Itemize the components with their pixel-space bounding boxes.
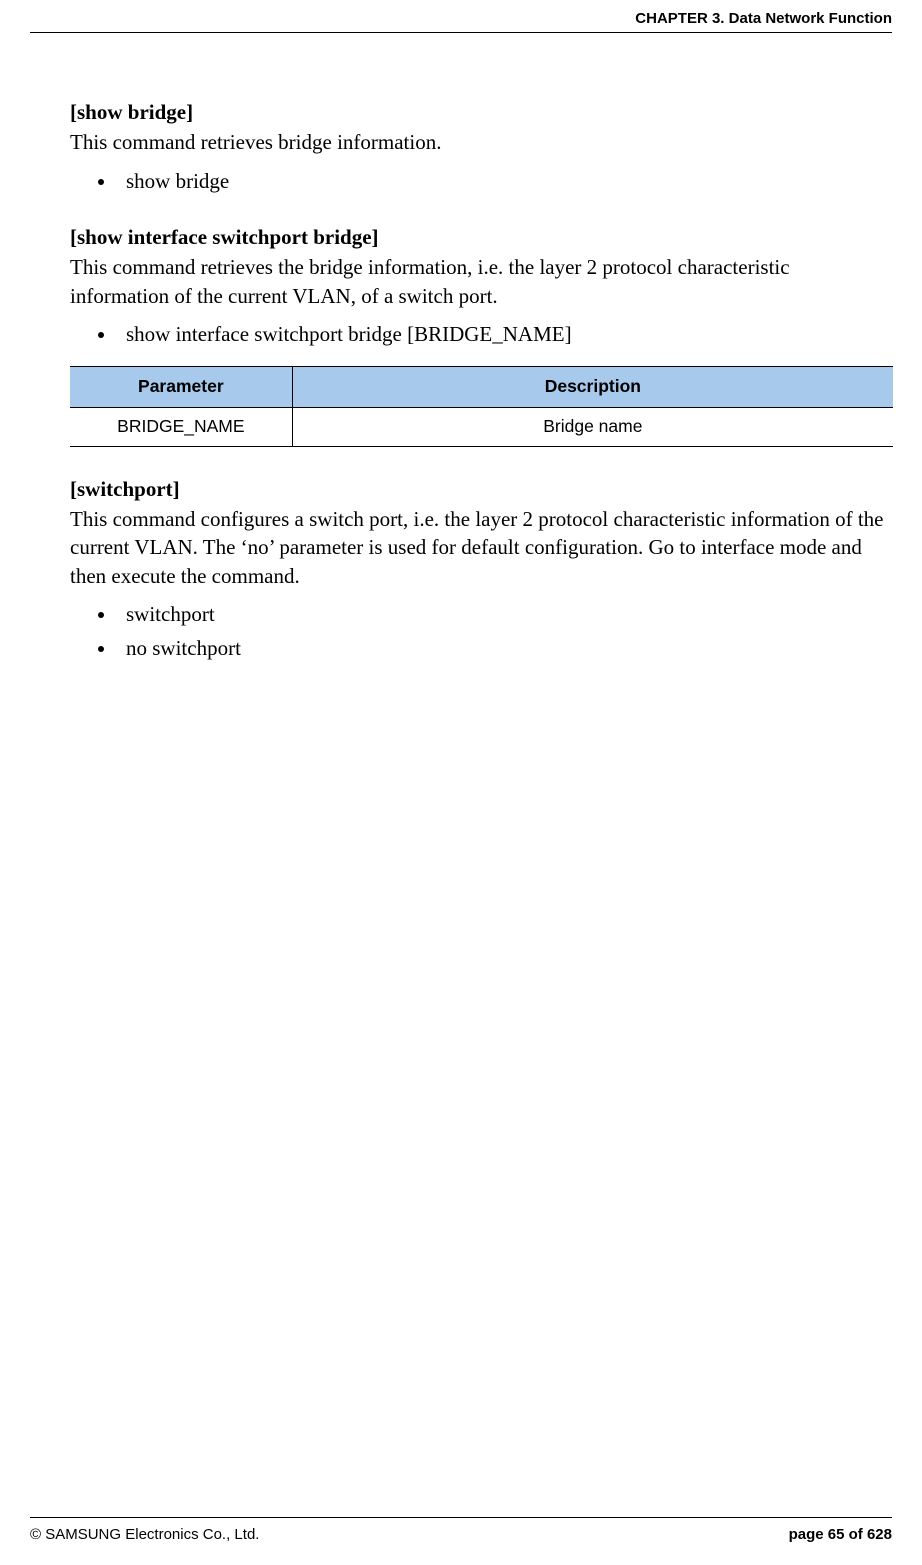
page-number: page 65 of 628	[789, 1526, 892, 1543]
parameter-table: Parameter Description BRIDGE_NAME Bridge…	[70, 366, 893, 446]
bullet-icon	[98, 612, 104, 618]
list-item: show interface switchport bridge [BRIDGE…	[98, 320, 893, 348]
footer-row: © SAMSUNG Electronics Co., Ltd. page 65 …	[30, 1526, 892, 1543]
page-content: [show bridge] This command retrieves bri…	[70, 90, 893, 669]
bullet-text: show bridge	[126, 167, 229, 195]
bullet-text: switchport	[126, 600, 215, 628]
section-desc: This command retrieves the bridge inform…	[70, 253, 893, 310]
section-desc: This command retrieves bridge informatio…	[70, 128, 893, 156]
list-item: no switchport	[98, 634, 893, 662]
bullet-text: show interface switchport bridge [BRIDGE…	[126, 320, 572, 348]
table-cell: BRIDGE_NAME	[70, 408, 292, 447]
copyright-text: © SAMSUNG Electronics Co., Ltd.	[30, 1526, 259, 1543]
table-header-cell: Description	[292, 367, 893, 408]
bullet-list: switchport no switchport	[70, 600, 893, 663]
bullet-text: no switchport	[126, 634, 241, 662]
table-header-cell: Parameter	[70, 367, 292, 408]
section-title: [show bridge]	[70, 98, 893, 126]
table-row: BRIDGE_NAME Bridge name	[70, 408, 893, 447]
table-header-row: Parameter Description	[70, 367, 893, 408]
section-desc: This command configures a switch port, i…	[70, 505, 893, 590]
section-title: [switchport]	[70, 475, 893, 503]
footer-rule	[30, 1517, 892, 1518]
list-item: show bridge	[98, 167, 893, 195]
chapter-header: CHAPTER 3. Data Network Function	[635, 10, 892, 27]
page-footer: © SAMSUNG Electronics Co., Ltd. page 65 …	[30, 1517, 892, 1543]
header-rule	[30, 32, 892, 33]
bullet-icon	[98, 332, 104, 338]
bullet-list: show interface switchport bridge [BRIDGE…	[70, 320, 893, 348]
bullet-list: show bridge	[70, 167, 893, 195]
table-cell: Bridge name	[292, 408, 893, 447]
list-item: switchport	[98, 600, 893, 628]
bullet-icon	[98, 646, 104, 652]
section-title: [show interface switchport bridge]	[70, 223, 893, 251]
bullet-icon	[98, 179, 104, 185]
